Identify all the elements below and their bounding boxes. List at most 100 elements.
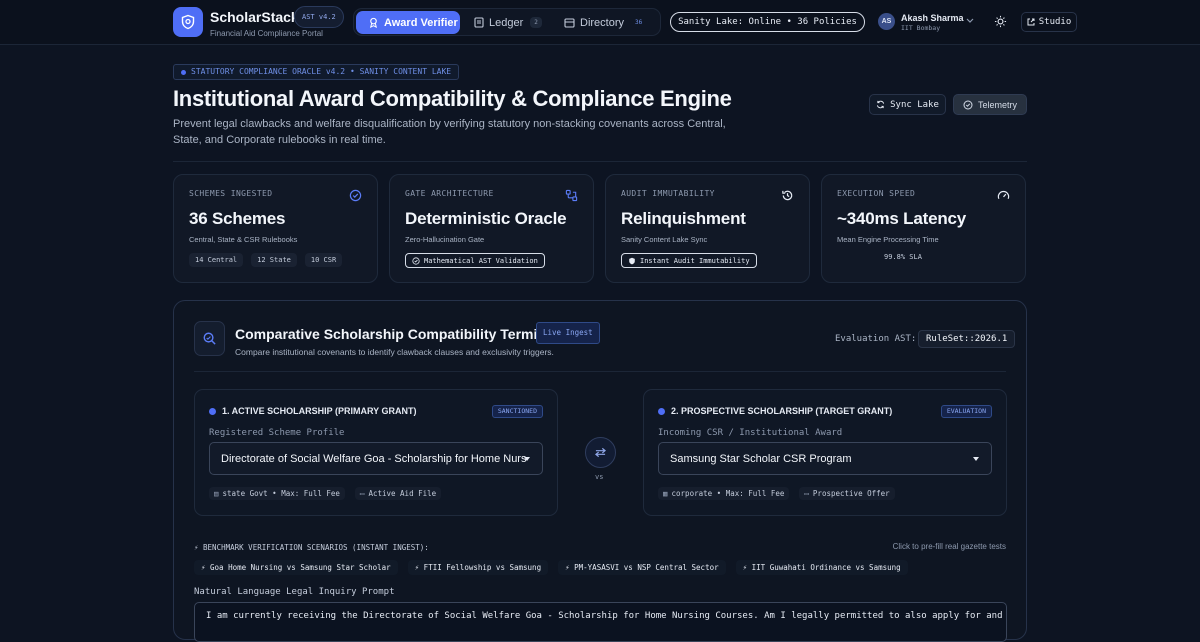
chip-text: Mathematical AST Validation (424, 256, 538, 265)
prospective-award-select[interactable]: Samsung Star Scholar CSR Program (658, 442, 992, 475)
sync-lake-button[interactable]: Sync Lake (869, 94, 946, 115)
telemetry-button[interactable]: Telemetry (953, 94, 1027, 115)
tab-award-verifier[interactable]: Award Verifier (356, 11, 460, 34)
sla-text: 99.8% SLA (884, 253, 922, 261)
directory-icon (564, 17, 575, 28)
card-subtitle: Mean Engine Processing Time (837, 235, 939, 244)
bank-icon: ▤ (214, 489, 219, 498)
avatar[interactable]: AS (878, 13, 895, 30)
schemes-card: SCHEMES INGESTED 36 Schemes Central, Sta… (173, 174, 378, 283)
ast-validation-chip: Mathematical AST Validation (405, 253, 545, 268)
dot-icon (181, 69, 186, 75)
chevron-down-icon[interactable] (966, 18, 974, 24)
tab-label: Ledger (489, 16, 524, 29)
history-icon (782, 190, 793, 201)
sanctioned-badge: SANCTIONED (491, 405, 543, 418)
caret-down-icon (524, 457, 530, 461)
sync-icon (877, 100, 885, 109)
directory-count-badge: 36 (635, 19, 643, 26)
sanity-lake-status: Sanity Lake: Online • 36 Policies (670, 12, 865, 32)
prompt-label: Natural Language Legal Inquiry Prompt (194, 587, 395, 597)
brand-subtitle: Financial Aid Compliance Portal (210, 29, 323, 38)
panel-heading: 2. PROSPECTIVE SCHOLARSHIP (TARGET GRANT… (671, 406, 893, 416)
selected-value: Samsung Star Scholar CSR Program (670, 452, 852, 465)
gauge-icon (997, 190, 1010, 200)
award-icon (370, 17, 377, 28)
chip-text: Instant Audit Immutability (640, 256, 750, 265)
card-label: GATE ARCHITECTURE (405, 189, 494, 198)
speed-card: EXECUTION SPEED ~340ms Latency Mean Engi… (821, 174, 1026, 283)
search-analysis-icon (194, 321, 225, 356)
benchmark-button[interactable]: ⚡ PM-YASASVI vs NSP Central Sector (558, 560, 726, 575)
swap-button[interactable] (585, 437, 616, 468)
evaluation-ast-value: RuleSet::2026.1 (918, 330, 1016, 348)
benchmark-button[interactable]: ⚡ Goa Home Nursing vs Samsung Star Schol… (194, 560, 398, 575)
active-scheme-select[interactable]: Directorate of Social Welfare Goa - Scho… (209, 442, 543, 475)
evaluation-badge: EVALUATION (940, 405, 992, 418)
telemetry-label: Telemetry (977, 99, 1017, 110)
building-icon: ▦ (663, 489, 668, 498)
tab-label: Award Verifier (384, 16, 458, 29)
studio-button[interactable]: Studio (1021, 12, 1077, 32)
sync-label: Sync Lake (890, 99, 939, 110)
hero-divider (173, 161, 1027, 162)
benchmark-list: ⚡ Goa Home Nursing vs Samsung Star Schol… (194, 560, 908, 575)
check-circle-icon (349, 189, 362, 202)
oracle-tag: STATUTORY COMPLIANCE ORACLE v4.2 • SANIT… (173, 64, 460, 80)
central-count-chip: 14 Central (189, 253, 244, 267)
funding-tag: ▦ corporate • Max: Full Fee (658, 487, 790, 500)
check-circle-icon (412, 256, 420, 265)
dot-icon (658, 407, 665, 415)
caret-down-icon (973, 457, 979, 461)
ledger-icon (474, 17, 484, 28)
prospective-scholarship-panel: 2. PROSPECTIVE SCHOLARSHIP (TARGET GRANT… (643, 389, 1007, 516)
page-title: Institutional Award Compatibility & Comp… (173, 86, 732, 111)
shield-logo-icon[interactable] (173, 7, 203, 37)
card-value: ~340ms Latency (837, 209, 967, 228)
vs-label: vs (595, 473, 604, 481)
studio-label: Studio (1038, 17, 1072, 27)
oracle-tag-text: STATUTORY COMPLIANCE ORACLE v4.2 • SANIT… (191, 67, 452, 76)
tag-text: corporate • Max: Full Fee (671, 489, 785, 498)
tag-text: Prospective Offer (812, 489, 890, 498)
active-scholarship-panel: 1. ACTIVE SCHOLARSHIP (PRIMARY GRANT) SA… (194, 389, 558, 516)
card-label: SCHEMES INGESTED (189, 189, 273, 198)
card-subtitle: Sanity Content Lake Sync (621, 235, 708, 244)
audit-card: AUDIT IMMUTABILITY Relinquishment Sanity… (605, 174, 810, 283)
benchmark-button[interactable]: ⚡ IIT Guwahati Ordinance vs Samsung (735, 560, 908, 575)
card-value: 36 Schemes (189, 209, 286, 228)
tab-directory[interactable]: Directory 36 (564, 11, 649, 34)
field-label: Incoming CSR / Institutional Award (658, 428, 843, 438)
card-subtitle: Zero-Hallucination Gate (405, 235, 485, 244)
user-name[interactable]: Akash Sharma (901, 13, 964, 23)
benchmark-button[interactable]: ⚡ FTII Fellowship vs Samsung (407, 560, 549, 575)
sun-theme-icon[interactable] (994, 15, 1007, 28)
user-institution: IIT Bombay (901, 24, 941, 32)
compatibility-terminal: Comparative Scholarship Compatibility Te… (173, 300, 1027, 642)
external-link-icon (1027, 18, 1035, 26)
funding-tag: ▤ state Govt • Max: Full Fee (209, 487, 345, 500)
shield-icon (629, 257, 635, 264)
workflow-icon (565, 189, 578, 202)
terminal-title: Comparative Scholarship Compatibility Te… (235, 326, 558, 342)
brand-name: ScholarStack (210, 9, 299, 25)
evaluation-ast-label: Evaluation AST: (835, 334, 917, 344)
gate-card: GATE ARCHITECTURE Deterministic Oracle Z… (389, 174, 594, 283)
panel-heading: 1. ACTIVE SCHOLARSHIP (PRIMARY GRANT) (222, 406, 417, 416)
tag-text: state Govt • Max: Full Fee (222, 489, 340, 498)
card-label: AUDIT IMMUTABILITY (621, 189, 715, 198)
tab-label: Directory (580, 16, 625, 29)
legal-inquiry-textarea[interactable]: I am currently receiving the Directorate… (194, 602, 1007, 642)
dot-icon (209, 407, 216, 415)
ledger-count-badge: 2 (530, 17, 542, 28)
tab-ledger[interactable]: Ledger 2 (474, 11, 549, 34)
status-tag: ▭ Active Aid File (354, 487, 442, 500)
status-tag: ▭ Prospective Offer (799, 487, 895, 500)
card-subtitle: Central, State & CSR Rulebooks (189, 235, 298, 244)
live-ingest-badge: Live Ingest (536, 322, 600, 344)
audit-immutability-chip: Instant Audit Immutability (621, 253, 757, 268)
check-circle-icon (963, 100, 973, 109)
card-value: Deterministic Oracle (405, 209, 567, 228)
tag-text: Active Aid File (368, 489, 437, 498)
benchmark-label: ⚡ BENCHMARK VERIFICATION SCENARIOS (INST… (194, 543, 429, 552)
